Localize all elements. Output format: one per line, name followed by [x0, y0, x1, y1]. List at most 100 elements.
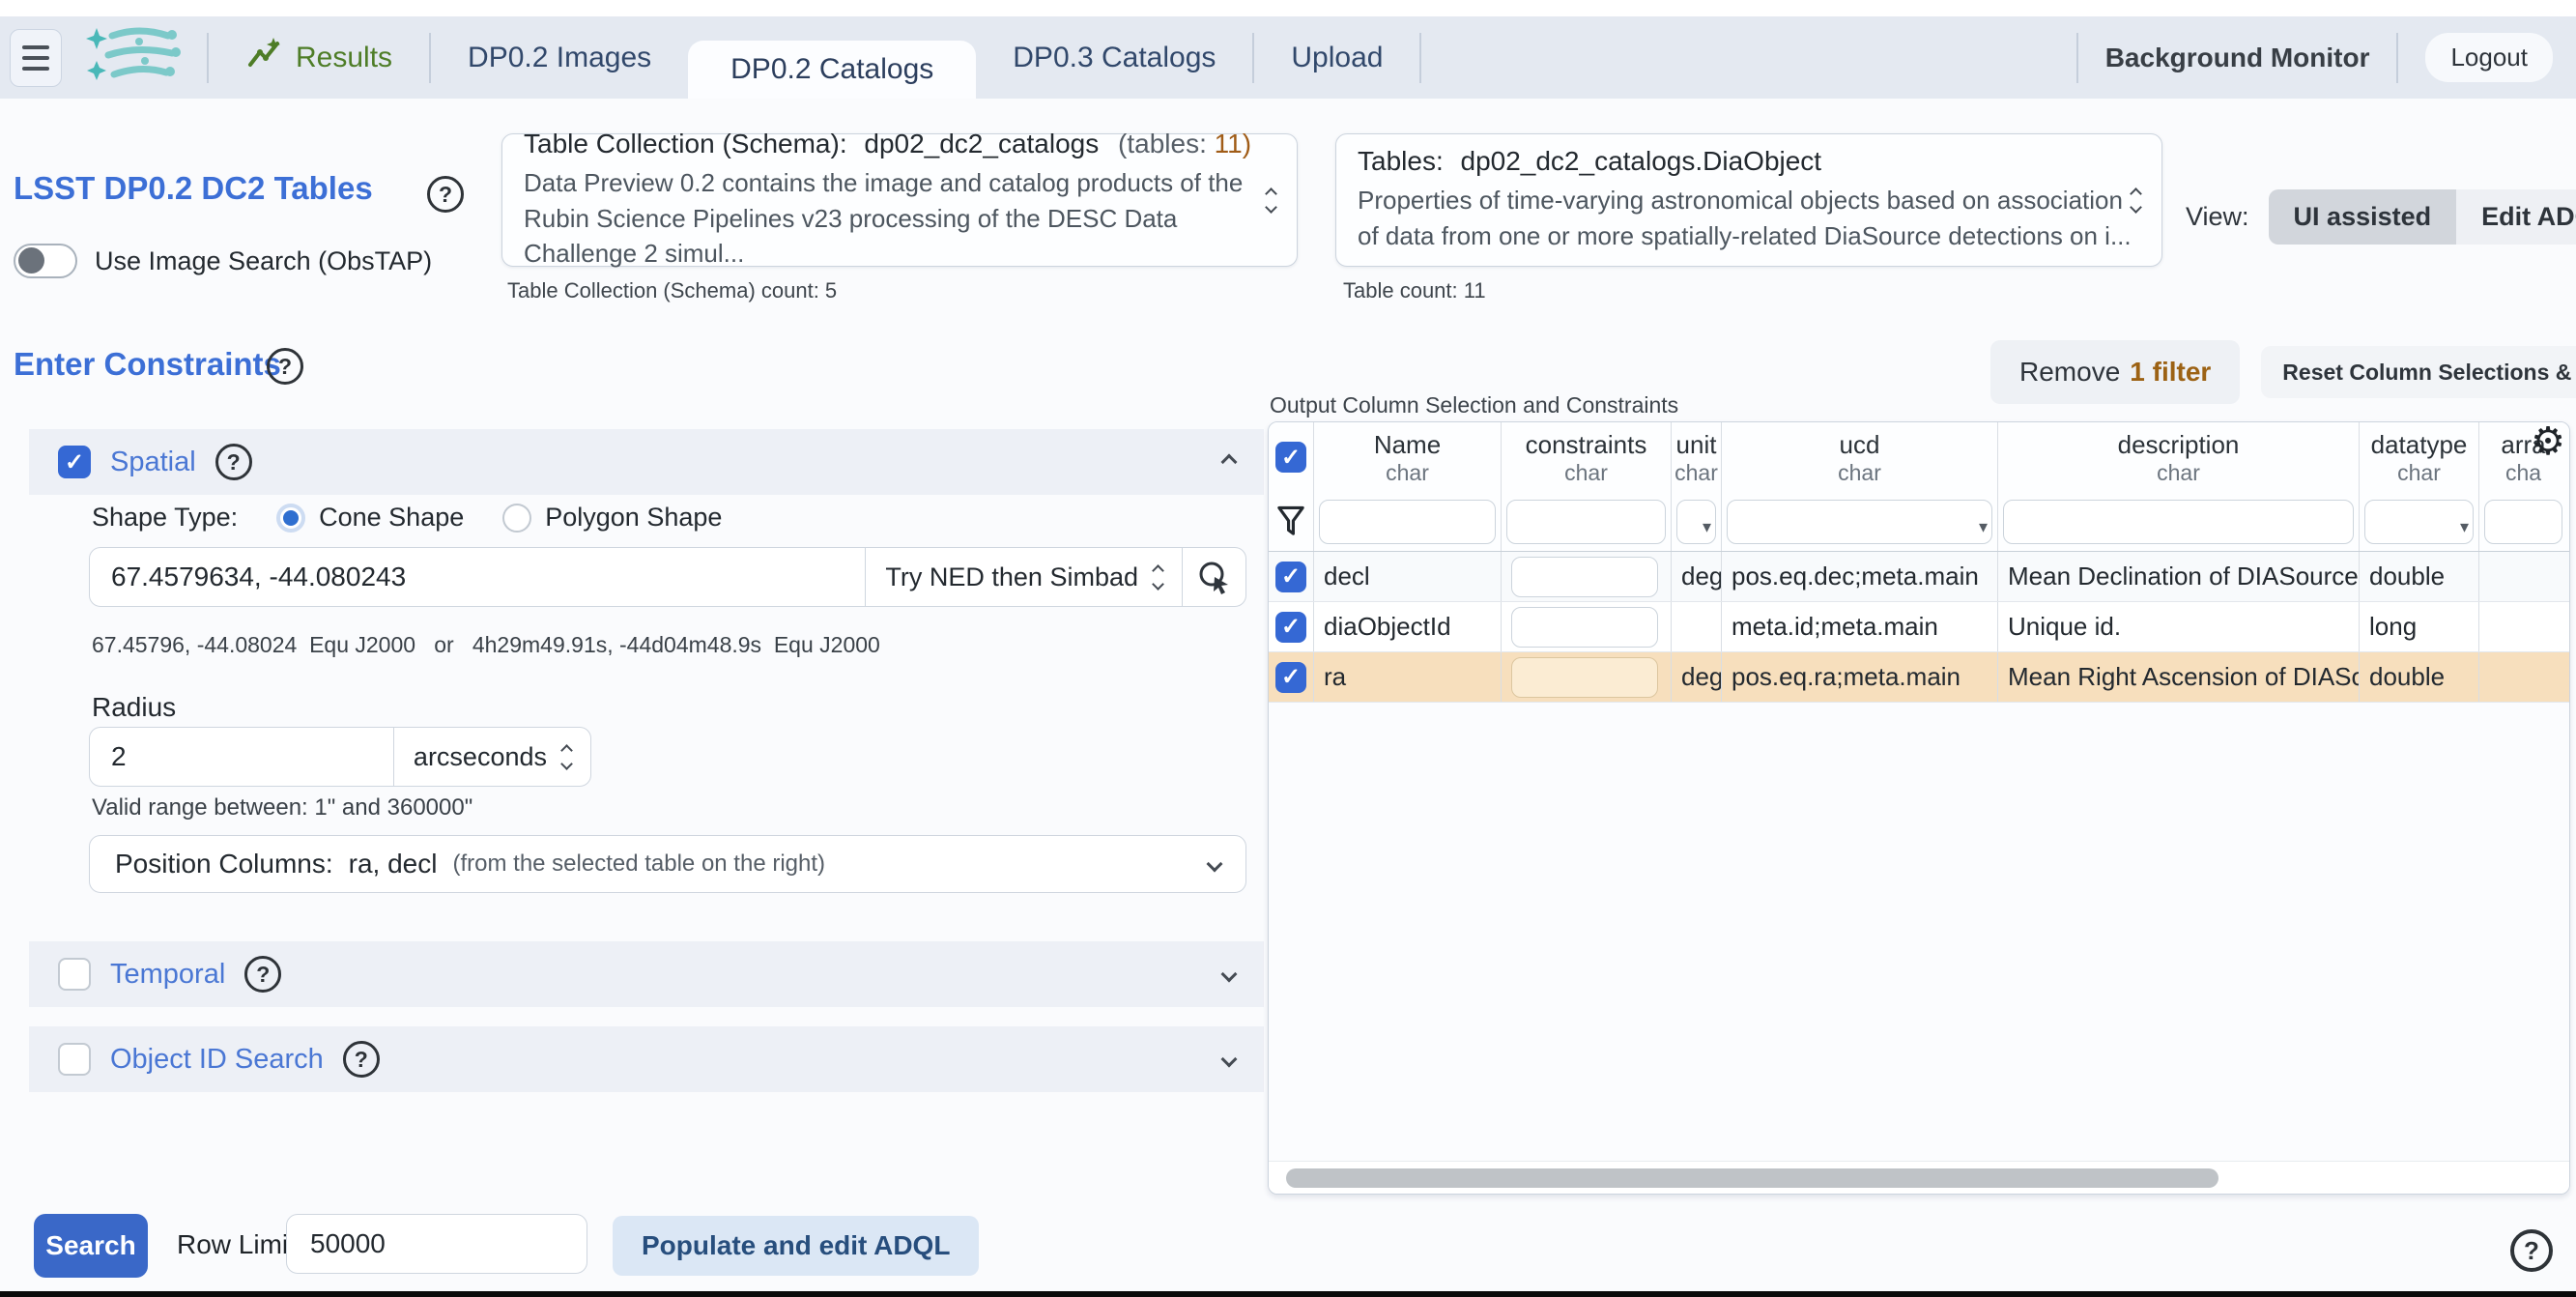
cone-shape-radio[interactable]: Cone Shape [276, 503, 464, 533]
position-columns-note: (from the selected table on the right) [452, 850, 826, 877]
temporal-collapse-icon[interactable] [1220, 966, 1238, 983]
remove-filter-count: 1 filter [2130, 357, 2212, 387]
locate-icon [1199, 562, 1228, 594]
column-header-description[interactable]: description char [1998, 422, 2360, 492]
locate-on-image-button[interactable] [1182, 548, 1245, 606]
constraint-input[interactable] [1511, 606, 1658, 648]
objectid-section-header[interactable]: Object ID Search ? [29, 1026, 1264, 1092]
cell-description: Mean Declination of DIASources in th [1998, 552, 2360, 601]
objectid-label: Object ID Search [110, 1043, 324, 1075]
polygon-shape-radio[interactable]: Polygon Shape [502, 503, 722, 533]
tab-dp02-catalogs[interactable]: DP0.2 Catalogs [688, 41, 977, 99]
reset-columns-button[interactable]: Reset Column Selections & Constraints [2261, 346, 2576, 398]
page-help-icon[interactable]: ? [2510, 1229, 2553, 1272]
objectid-help-icon[interactable]: ? [342, 1041, 380, 1078]
logout-button[interactable]: Logout [2425, 33, 2553, 82]
filter-input-description[interactable] [2003, 499, 2354, 544]
bottom-edge-strip [0, 1291, 2576, 1297]
search-button[interactable]: Search [34, 1214, 148, 1278]
divider [1419, 32, 1422, 83]
row-checkbox[interactable]: ✓ [1275, 661, 1306, 693]
filter-input-ucd[interactable] [1727, 499, 1992, 544]
table-row-ra[interactable]: ✓ ra deg pos.eq.ra;meta.main Mean Right … [1269, 652, 2569, 703]
column-header-name[interactable]: Name char [1314, 422, 1502, 492]
spatial-collapse-icon[interactable] [1220, 453, 1238, 471]
cell-description: Unique id. [1998, 602, 2360, 651]
schema-stepper-icon[interactable] [1265, 187, 1277, 214]
table-select[interactable]: Tables: dp02_dc2_catalogs.DiaObject Prop… [1335, 133, 2162, 267]
scrollbar-thumb[interactable] [1286, 1168, 2218, 1188]
filter-input-datatype[interactable] [2364, 499, 2474, 544]
radius-unit-value: arcseconds [413, 741, 547, 771]
tab-dp03-catalogs[interactable]: DP0.3 Catalogs [976, 16, 1252, 99]
coordinate-input[interactable] [90, 548, 866, 606]
title-help-icon[interactable]: ? [427, 176, 464, 213]
row-checkbox[interactable]: ✓ [1275, 561, 1306, 592]
tab-upload[interactable]: Upload [1254, 16, 1419, 99]
constraint-input[interactable] [1511, 656, 1658, 698]
spatial-section-header[interactable]: ✓ Spatial ? [29, 429, 1264, 495]
radio-unselected-icon [502, 503, 532, 533]
filter-input-unit[interactable] [1676, 499, 1716, 544]
cell-name: ra [1314, 652, 1502, 702]
spatial-help-icon[interactable]: ? [215, 444, 252, 480]
temporal-checkbox[interactable] [58, 958, 91, 991]
image-search-toggle[interactable] [14, 244, 77, 278]
select-all-checkbox[interactable]: ✓ [1275, 442, 1306, 473]
temporal-section-header[interactable]: Temporal ? [29, 941, 1264, 1007]
radius-unit-select[interactable]: arcseconds [392, 728, 590, 786]
table-header-row: ✓ Name char constraints char unit char u… [1269, 422, 2569, 492]
radius-hint: Valid range between: 1" and 360000" [92, 794, 473, 821]
table-row-decl[interactable]: ✓ decl deg pos.eq.dec;meta.main Mean Dec… [1269, 552, 2569, 602]
temporal-label: Temporal [110, 958, 226, 990]
cell-unit [1672, 602, 1722, 651]
image-search-toggle-label: Use Image Search (ObsTAP) [95, 245, 433, 275]
row-checkbox[interactable]: ✓ [1275, 611, 1306, 643]
objectid-checkbox[interactable] [58, 1043, 91, 1076]
view-option-edit-adql[interactable]: Edit ADQL [2456, 189, 2576, 245]
schema-select[interactable]: Table Collection (Schema): dp02_dc2_cata… [501, 129, 1298, 268]
table-value: dp02_dc2_catalogs.DiaObject [1460, 146, 1822, 177]
view-option-ui-assisted[interactable]: UI assisted [2268, 189, 2457, 245]
filter-input-name[interactable] [1319, 499, 1496, 544]
table-horizontal-scrollbar[interactable] [1269, 1161, 2569, 1194]
cell-arraysize [2479, 652, 2567, 702]
table-stepper-icon[interactable] [2130, 187, 2142, 214]
table-description: Properties of time-varying astronomical … [1358, 186, 2132, 250]
temporal-help-icon[interactable]: ? [244, 956, 282, 993]
remove-filter-button[interactable]: Remove 1 filter [1990, 340, 2241, 404]
column-header-constraints[interactable]: constraints char [1502, 422, 1672, 492]
background-monitor-button[interactable]: Background Monitor [2105, 43, 2370, 73]
cell-datatype: double [2360, 652, 2479, 702]
constraints-help-icon[interactable]: ? [267, 348, 303, 385]
filter-input-constraints[interactable] [1506, 499, 1666, 544]
position-columns-select[interactable]: Position Columns: ra, decl (from the sel… [89, 835, 1246, 893]
hamburger-menu-button[interactable] [10, 28, 62, 87]
radio-selected-icon [276, 503, 306, 533]
objectid-collapse-icon[interactable] [1220, 1051, 1238, 1068]
row-limit-input[interactable] [286, 1214, 587, 1274]
filter-input-arraysize[interactable] [2484, 499, 2562, 544]
results-chart-icon [245, 36, 282, 80]
schema-tables-count: 11) [1214, 128, 1252, 159]
populate-adql-button[interactable]: Populate and edit ADQL [613, 1216, 980, 1276]
column-selection-table: ⚙ ✓ Name char constraints char unit char… [1268, 421, 2570, 1195]
resolver-stepper-icon [1152, 563, 1164, 591]
tab-dp02-images[interactable]: DP0.2 Images [431, 16, 688, 99]
tab-label: Upload [1291, 41, 1384, 73]
cone-shape-label: Cone Shape [319, 503, 465, 532]
cell-description: Mean Right Ascension of DIASources [1998, 652, 2360, 702]
divider [2396, 32, 2399, 83]
column-header-datatype[interactable]: datatype char [2360, 422, 2479, 492]
column-header-ucd[interactable]: ucd char [1722, 422, 1998, 492]
filter-funnel-icon[interactable] [1276, 505, 1305, 538]
tab-results[interactable]: Results [209, 16, 429, 99]
constraint-input[interactable] [1511, 556, 1658, 597]
cell-ucd: meta.id;meta.main [1722, 602, 1998, 651]
column-header-unit[interactable]: unit char [1672, 422, 1722, 492]
spatial-checkbox[interactable]: ✓ [58, 446, 91, 478]
table-settings-gear-icon[interactable]: ⚙ [2531, 422, 2565, 461]
resolver-select[interactable]: Try NED then Simbad [865, 548, 1182, 606]
radius-input[interactable] [90, 728, 393, 786]
table-row-diaobjectid[interactable]: ✓ diaObjectId meta.id;meta.main Unique i… [1269, 602, 2569, 652]
